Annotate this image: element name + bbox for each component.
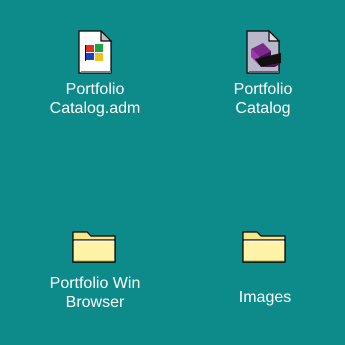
folder-icon — [71, 222, 119, 270]
desktop-icon-label: Images — [238, 289, 292, 306]
desktop-icon-images[interactable]: Images — [200, 222, 330, 307]
application-icon — [239, 28, 287, 76]
desktop-icon-portfolio-catalog[interactable]: Portfolio Catalog — [198, 28, 328, 118]
desktop: Portfolio Catalog.adm Portfolio Catalog — [0, 0, 345, 345]
desktop-icon-label: Portfolio Win Browser — [49, 275, 141, 311]
desktop-icon-label: Portfolio Catalog — [233, 81, 293, 117]
folder-icon — [241, 222, 289, 270]
document-icon — [71, 28, 119, 76]
desktop-icon-portfolio-win-browser[interactable]: Portfolio Win Browser — [30, 222, 160, 312]
desktop-icon-label: Portfolio Catalog.adm — [49, 81, 141, 117]
desktop-icon-portfolio-catalog-adm[interactable]: Portfolio Catalog.adm — [30, 28, 160, 118]
